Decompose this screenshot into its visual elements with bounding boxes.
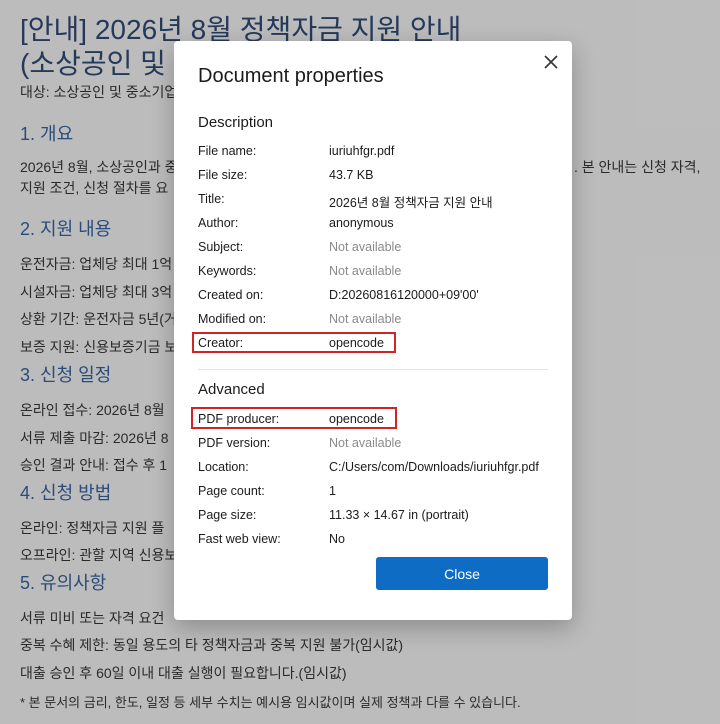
property-row-keywords: Keywords: Not available [198,264,548,288]
property-label: Location: [198,460,249,474]
property-label: Subject: [198,240,244,254]
property-row-title: Title: 2026년 8월 정책자금 지원 안내 [198,192,548,216]
property-value: 2026년 8월 정책자금 지원 안내 [329,196,493,210]
property-row-created-on: Created on: D:20260816120000+09'00' [198,288,548,312]
section-divider [198,369,548,370]
property-row-pdf-version: PDF version: Not available [198,436,548,460]
property-value: Not available [329,436,402,450]
property-label: Page count: [198,484,265,498]
creator-highlight-box [192,332,396,353]
property-row-author: Author: anonymous [198,216,548,240]
property-row-fast-web-view: Fast web view: No [198,532,548,556]
property-value: 43.7 KB [329,168,374,182]
property-label: Author: [198,216,239,230]
property-value: anonymous [329,216,394,230]
property-value: 1 [329,484,336,498]
property-label: PDF version: [198,436,271,450]
property-value: D:20260816120000+09'00' [329,288,479,302]
property-value: C:/Users/com/Downloads/iuriuhfgr.pdf [329,460,539,474]
description-heading: Description [198,114,274,131]
property-row-location: Location: C:/Users/com/Downloads/iuriuhf… [198,460,548,484]
property-label: Keywords: [198,264,257,278]
document-properties-dialog: Document properties Description File nam… [174,41,572,620]
property-row-file-size: File size: 43.7 KB [198,168,548,192]
property-label: Title: [198,192,225,206]
advanced-heading: Advanced [198,381,265,398]
property-label: Modified on: [198,312,267,326]
property-value: Not available [329,264,402,278]
property-label: Page size: [198,508,257,522]
property-label: File size: [198,168,248,182]
property-row-page-count: Page count: 1 [198,484,548,508]
property-row-subject: Subject: Not available [198,240,548,264]
property-value: iuriuhfgr.pdf [329,144,395,158]
property-label: Created on: [198,288,264,302]
property-label: Fast web view: [198,532,281,546]
property-value: No [329,532,345,546]
property-row-page-size: Page size: 11.33 × 14.67 in (portrait) [198,508,548,532]
property-value: Not available [329,240,402,254]
property-label: File name: [198,144,257,158]
property-value: Not available [329,312,402,326]
property-value: 11.33 × 14.67 in (portrait) [329,508,469,522]
close-icon[interactable] [538,49,564,75]
property-row-file-name: File name: iuriuhfgr.pdf [198,144,548,168]
pdf-producer-highlight-box [191,407,397,429]
close-button[interactable]: Close [376,557,548,590]
dialog-title: Document properties [198,65,384,87]
